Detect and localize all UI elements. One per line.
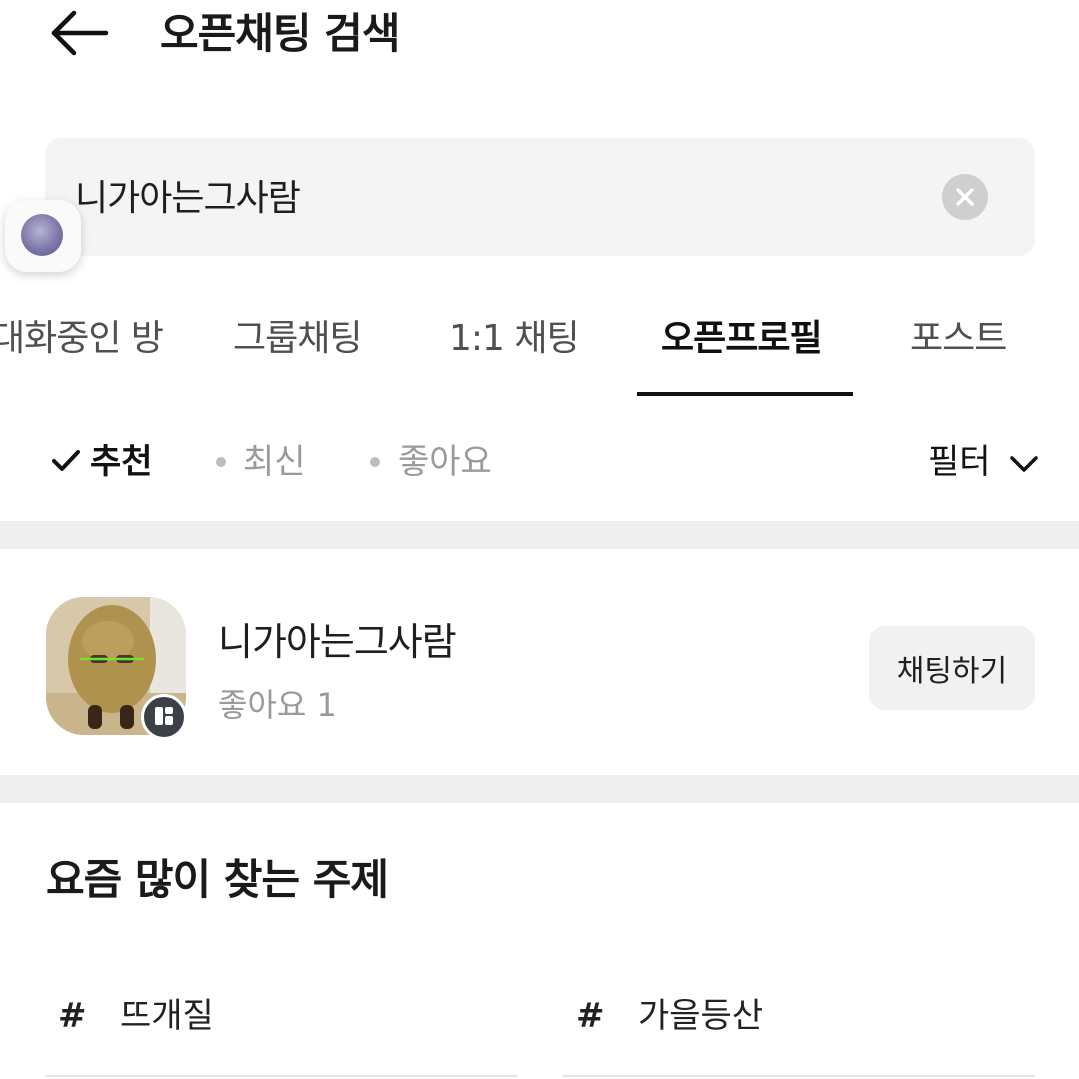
start-chat-button[interactable]: 채팅하기 — [869, 626, 1035, 710]
sort-recommended[interactable]: 추천 — [90, 440, 153, 484]
assistant-orb-icon — [21, 214, 63, 256]
sort-likes[interactable]: 좋아요 — [398, 440, 492, 484]
section-divider — [0, 775, 1079, 803]
tab-post[interactable]: 포스트 — [910, 316, 1007, 362]
page-title: 오픈채팅 검색 — [160, 9, 400, 58]
open-profile-badge — [141, 694, 187, 740]
clear-icon — [956, 188, 974, 206]
filter-label: 필터 — [928, 442, 991, 482]
tab-group-chat[interactable]: 그룹채팅 — [233, 316, 362, 362]
profile-name[interactable]: 니가아는그사람 — [218, 618, 457, 666]
open-profile-icon — [155, 707, 173, 725]
arrow-left-icon — [51, 10, 109, 56]
topic-label: 뜨개질 — [120, 996, 214, 1036]
topic-item-knitting[interactable]: # 뜨개질 — [58, 992, 518, 1042]
check-icon — [52, 450, 80, 471]
section-divider — [0, 521, 1079, 549]
topic-item-autumn-hiking[interactable]: # 가을등산 — [576, 992, 1036, 1042]
popular-topics-title: 요즘 많이 찾는 주제 — [46, 855, 389, 904]
back-button[interactable] — [48, 6, 112, 62]
tab-active-chats[interactable]: 대화중인 방 — [0, 316, 164, 362]
tab-open-profile[interactable]: 오픈프로필 — [661, 316, 823, 362]
bullet-dot — [216, 457, 226, 467]
active-tab-indicator — [637, 392, 853, 396]
like-count: 좋아요 1 — [218, 686, 337, 724]
hashtag-icon: # — [58, 996, 87, 1036]
clear-search-button[interactable] — [942, 174, 988, 220]
chevron-down-icon — [1010, 455, 1039, 472]
topic-underline — [46, 1075, 518, 1077]
bullet-dot — [370, 457, 380, 467]
topic-underline — [562, 1075, 1035, 1077]
hashtag-icon: # — [576, 996, 605, 1036]
sort-latest[interactable]: 최신 — [243, 440, 306, 484]
search-input[interactable]: 니가아는그사람 — [75, 176, 301, 222]
tab-bar: 대화중인 방 그룹채팅 1:1 채팅 오픈프로필 포스트 — [0, 300, 1079, 400]
topic-label: 가을등산 — [638, 996, 764, 1036]
filter-button[interactable]: 필터 — [928, 440, 1039, 484]
tab-one-on-one[interactable]: 1:1 채팅 — [449, 316, 580, 362]
